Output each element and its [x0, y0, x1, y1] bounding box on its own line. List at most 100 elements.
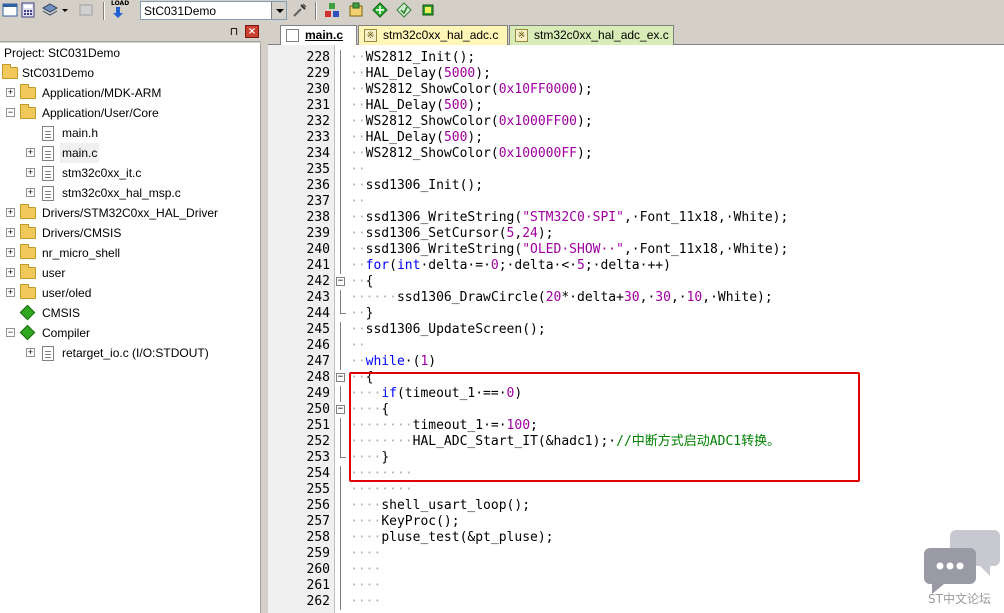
layers-icon[interactable] [42, 2, 58, 18]
code-line[interactable]: 234 ··WS2812_ShowColor(0x100000FF); [268, 146, 1004, 162]
code-line[interactable]: 259 ···· [268, 546, 1004, 562]
code-line[interactable]: 253 ····} [268, 450, 1004, 466]
tree-item-label: Application/User/Core [42, 106, 159, 120]
code-text: ··ssd1306_WriteString("STM32C0·SPI",·Fon… [350, 210, 788, 226]
calculator-icon[interactable] [20, 2, 36, 18]
expand-icon[interactable]: + [6, 228, 15, 237]
expand-icon[interactable]: + [26, 168, 35, 177]
code-line[interactable]: 255 ········ [268, 482, 1004, 498]
code-token: ); [577, 82, 593, 97]
pack-installer-icon[interactable] [348, 2, 364, 18]
tree-item[interactable]: + Application/MDK-ARM [0, 83, 258, 103]
dropdown-arrow-icon[interactable] [60, 2, 70, 18]
expand-icon[interactable]: + [26, 348, 35, 357]
code-line[interactable]: 246 ·· [268, 338, 1004, 354]
code-line[interactable]: 262 ···· [268, 594, 1004, 610]
code-text: ··HAL_Delay(500); [350, 98, 483, 114]
code-line[interactable]: 239 ··ssd1306_SetCursor(5,24); [268, 226, 1004, 242]
expand-icon[interactable]: + [26, 188, 35, 197]
code-line[interactable]: 250− ····{ [268, 402, 1004, 418]
tree-item[interactable]: + stm32c0xx_hal_msp.c [0, 183, 258, 203]
toolbar: LOAD StC031Demo [0, 0, 1004, 22]
tree-item[interactable]: − Compiler [0, 323, 258, 343]
code-line[interactable]: 238 ··ssd1306_WriteString("STM32C0·SPI",·… [268, 210, 1004, 226]
target-select[interactable]: StC031Demo [140, 1, 287, 20]
code-line[interactable]: 247 ··while·(1) [268, 354, 1004, 370]
code-line[interactable]: 248− ··{ [268, 370, 1004, 386]
chevron-down-icon[interactable] [271, 2, 286, 19]
code-text: ······ssd1306_DrawCircle(20*·delta+30,·3… [350, 290, 773, 306]
collapse-icon[interactable]: − [6, 328, 15, 337]
code-text: ····KeyProc(); [350, 514, 460, 530]
fold-guide [340, 434, 341, 450]
tree-item-label: stm32c0xx_hal_msp.c [62, 186, 181, 200]
expand-icon[interactable]: + [26, 148, 35, 157]
manage-components-icon[interactable] [324, 2, 340, 18]
code-line[interactable]: 236 ··ssd1306_Init(); [268, 178, 1004, 194]
code-line[interactable]: 240 ··ssd1306_WriteString("OLED·SHOW··",·… [268, 242, 1004, 258]
code-line[interactable]: 256 ····shell_usart_loop(); [268, 498, 1004, 514]
code-line[interactable]: 230 ··WS2812_ShowColor(0x10FF0000); [268, 82, 1004, 98]
tree-item[interactable]: + user/oled [0, 283, 258, 303]
code-line[interactable]: 235 ·· [268, 162, 1004, 178]
code-line[interactable]: 260 ···· [268, 562, 1004, 578]
collapse-icon[interactable]: − [6, 108, 15, 117]
tree-item[interactable]: + Drivers/STM32C0xx_HAL_Driver [0, 203, 258, 223]
line-number: 240 [306, 242, 330, 257]
code-line[interactable]: 229 ··HAL_Delay(5000); [268, 66, 1004, 82]
code-line[interactable]: 244 ··} [268, 306, 1004, 322]
load-icon[interactable]: LOAD [109, 0, 131, 20]
code-line[interactable]: 237 ·· [268, 194, 1004, 210]
code-text: ··while·(1) [350, 354, 436, 370]
code-line[interactable]: 252 ········HAL_ADC_Start_IT(&hadc1);·//中… [268, 434, 1004, 450]
code-line[interactable]: 249 ····if(timeout_1·==·0) [268, 386, 1004, 402]
event-recorder-icon[interactable] [396, 2, 412, 18]
close-icon[interactable]: × [245, 25, 259, 38]
code-line[interactable]: 228 ··WS2812_Init(); [268, 50, 1004, 66]
code-line[interactable]: 258 ····pluse_test(&pt_pluse); [268, 530, 1004, 546]
collapse-icon[interactable]: − [336, 277, 345, 286]
tab-stm32c0xx-hal-adc-c[interactable]: ※ stm32c0xx_hal_adc.c [358, 25, 508, 46]
target-options-icon[interactable] [292, 2, 308, 18]
expand-icon[interactable]: + [6, 288, 15, 297]
tree-item[interactable]: + main.c [0, 143, 258, 163]
code-line[interactable]: 232 ··WS2812_ShowColor(0x1000FF00); [268, 114, 1004, 130]
line-number: 244 [306, 306, 330, 321]
tree-item[interactable]: + retarget_io.c (I/O:STDOUT) [0, 343, 258, 363]
expand-icon[interactable]: + [6, 88, 15, 97]
code-editor[interactable]: 228 ··WS2812_Init(); 229 ··HAL_Delay(5000);… [268, 45, 1004, 613]
code-line[interactable]: 231 ··HAL_Delay(500); [268, 98, 1004, 114]
code-line[interactable]: 243 ······ssd1306_DrawCircle(20*·delta+30… [268, 290, 1004, 306]
expand-icon[interactable]: + [6, 208, 15, 217]
tab-stm32c0xx-hal-adc-ex-c[interactable]: ※ stm32c0xx_hal_adc_ex.c [509, 25, 674, 46]
code-line[interactable]: 251 ········timeout_1·=·100; [268, 418, 1004, 434]
tree-item[interactable]: CMSIS [0, 303, 258, 323]
tree-item[interactable]: main.h [0, 123, 258, 143]
collapse-icon[interactable]: − [336, 405, 345, 414]
code-line[interactable]: 233 ··HAL_Delay(500); [268, 130, 1004, 146]
cpu-icon[interactable] [420, 2, 436, 18]
code-token: ); [467, 98, 484, 113]
code-token: shell_usart_loop(); [381, 498, 531, 513]
code-line[interactable]: 245 ··ssd1306_UpdateScreen(); [268, 322, 1004, 338]
pin-icon[interactable]: ⊓ [228, 25, 240, 38]
collapse-icon[interactable]: − [336, 373, 345, 382]
expand-icon[interactable]: + [6, 268, 15, 277]
tree-item[interactable]: − Application/User/Core [0, 103, 258, 123]
code-line[interactable]: 242− ··{ [268, 274, 1004, 290]
expand-icon[interactable]: + [6, 248, 15, 257]
tree-item[interactable]: + user [0, 263, 258, 283]
select-packs-icon[interactable] [372, 2, 388, 18]
tree-item[interactable]: + nr_micro_shell [0, 243, 258, 263]
code-line[interactable]: 257 ····KeyProc(); [268, 514, 1004, 530]
fold-guide [340, 594, 341, 610]
window-icon[interactable] [2, 2, 18, 18]
tab-main-c[interactable]: main.c [280, 25, 357, 46]
code-line[interactable]: 261 ···· [268, 578, 1004, 594]
code-line[interactable]: 241 ··for(int·delta·=·0;·delta·<·5;·delta… [268, 258, 1004, 274]
folder-icon [20, 284, 36, 299]
tree-item[interactable]: + Drivers/CMSIS [0, 223, 258, 243]
tree-root[interactable]: StC031Demo [0, 63, 200, 83]
code-line[interactable]: 254 ········ [268, 466, 1004, 482]
tree-item[interactable]: + stm32c0xx_it.c [0, 163, 258, 183]
